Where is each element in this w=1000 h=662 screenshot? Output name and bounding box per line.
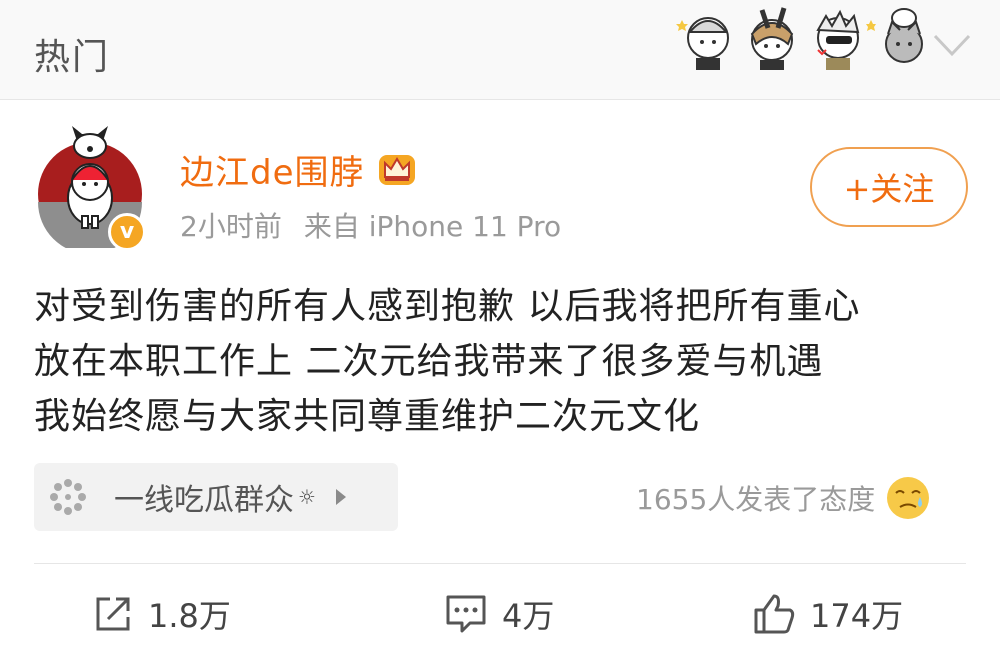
share-count: 1.8万 bbox=[148, 597, 231, 635]
thumbs-up-icon bbox=[754, 594, 795, 634]
page-title: 热门 bbox=[34, 37, 111, 78]
post-meta: 2小时前 来自 iPhone 11 Pro bbox=[180, 205, 561, 245]
chevron-right-icon bbox=[335, 489, 346, 505]
crying-face-icon bbox=[887, 477, 930, 519]
app-header: 热门 bbox=[0, 0, 1000, 100]
post-content-line: 放在本职工作上 二次元给我带来了很多爱与机遇 bbox=[34, 341, 824, 382]
like-count: 174万 bbox=[810, 597, 904, 635]
topic-chip[interactable]: 一线吃瓜群众 ☼ bbox=[34, 463, 398, 531]
post-content: 对受到伤害的所有人感到抱歉 以后我将把所有重心 放在本职工作上 二次元给我带来了… bbox=[34, 279, 974, 444]
post-content-line: 对受到伤害的所有人感到抱歉 以后我将把所有重心 bbox=[34, 286, 861, 327]
comment-icon bbox=[446, 595, 486, 633]
reactions-count: 1655人发表了态度 bbox=[636, 483, 876, 516]
share-button[interactable]: 1.8万 bbox=[92, 591, 231, 637]
author-row: 边江de围脖 bbox=[180, 145, 417, 193]
post-content-line: 我始终愿与大家共同尊重维护二次元文化 bbox=[34, 396, 701, 437]
chevron-down-icon[interactable] bbox=[931, 30, 973, 60]
share-icon bbox=[96, 597, 130, 631]
reactions-summary[interactable]: 1655人发表了态度 bbox=[636, 475, 931, 521]
verified-badge-icon: v bbox=[108, 213, 146, 251]
topic-sun-icon: ☼ bbox=[298, 485, 316, 509]
post-source: 来自 iPhone 11 Pro bbox=[303, 210, 562, 243]
weibo-post: v 边江de围脖 2小时前 来自 iPhone 11 Pro +关注 对受到伤害的… bbox=[0, 101, 1000, 662]
cartoon-stickers-icon bbox=[676, 7, 923, 70]
follow-button[interactable]: +关注 bbox=[810, 147, 968, 227]
crown-icon[interactable] bbox=[377, 149, 417, 189]
topic-label: 一线吃瓜群众 bbox=[114, 483, 294, 518]
author-name[interactable]: 边江de围脖 bbox=[180, 145, 365, 194]
divider bbox=[34, 563, 966, 564]
comment-count: 4万 bbox=[502, 597, 555, 635]
post-time: 2小时前 bbox=[180, 210, 282, 243]
dot-cluster-icon bbox=[50, 479, 86, 515]
like-button[interactable]: 174万 bbox=[752, 591, 903, 637]
comment-button[interactable]: 4万 bbox=[444, 591, 554, 637]
